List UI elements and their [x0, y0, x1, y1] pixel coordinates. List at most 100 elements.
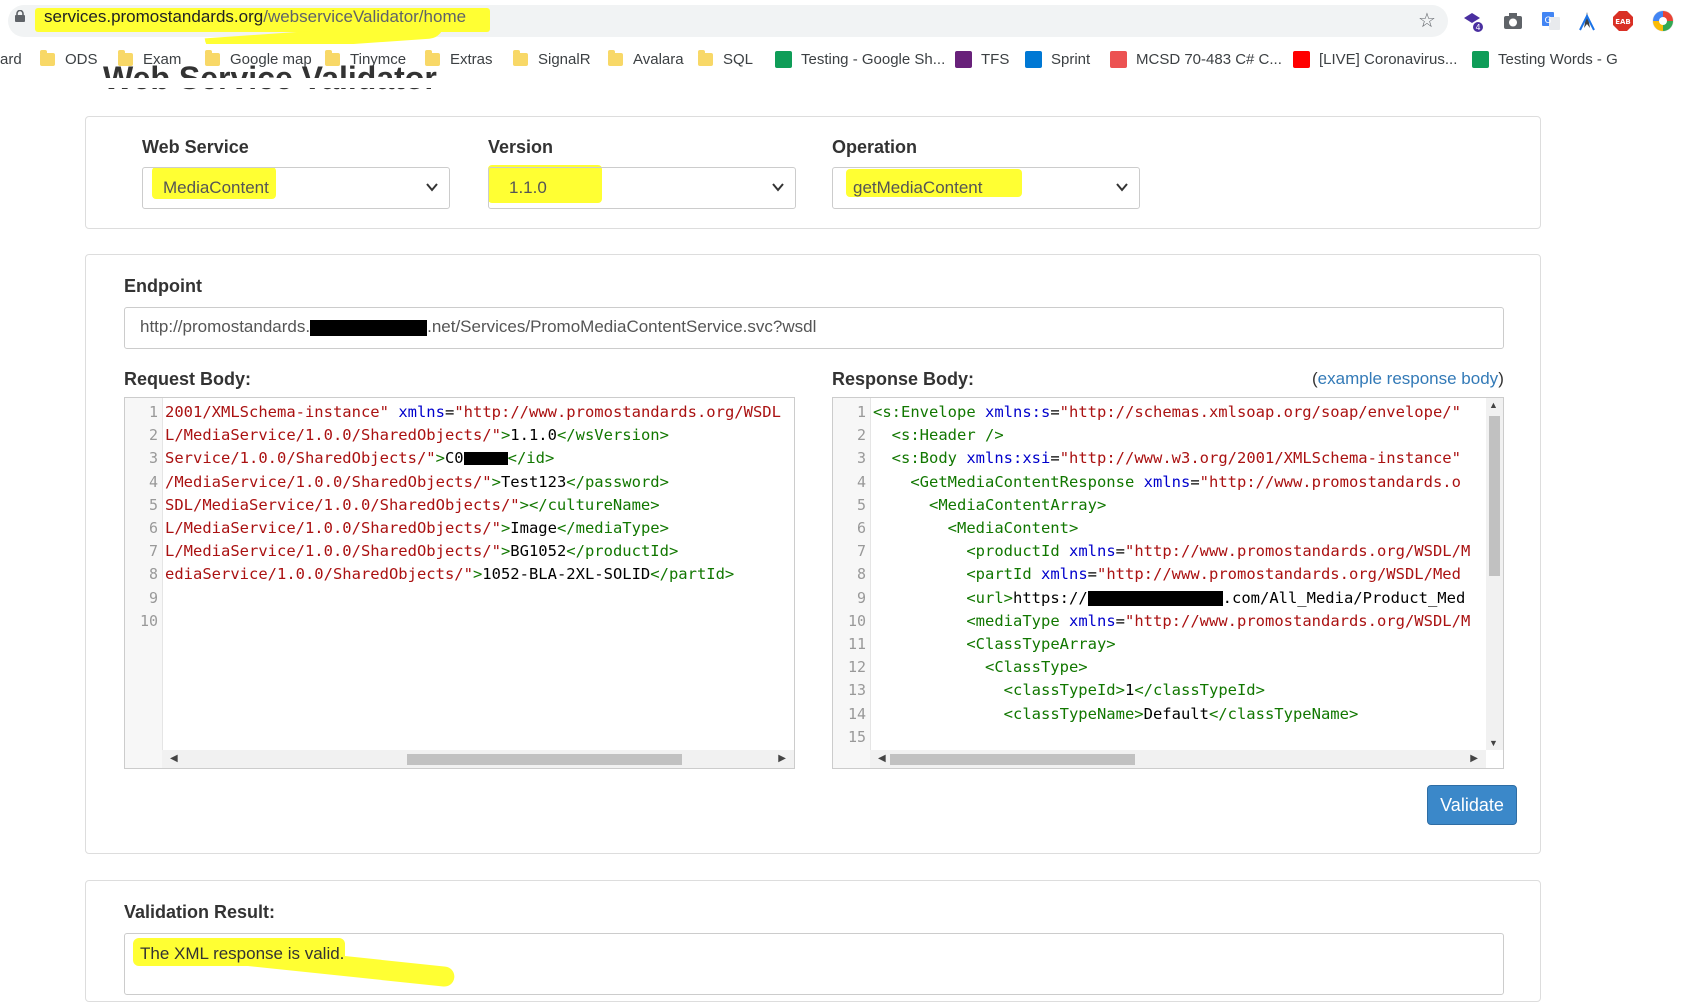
bookmark-1[interactable]: ODS	[40, 50, 98, 68]
scroll-left-icon[interactable]: ◀	[878, 753, 886, 764]
code-token: /MediaService/1.0.0/SharedObjects/"	[165, 472, 492, 491]
request-code-line: 2001/XMLSchema-instance" xmlns="http://w…	[165, 403, 781, 421]
bookmark-11[interactable]: Sprint	[1025, 51, 1090, 68]
code-token: 1	[1124, 681, 1135, 700]
response-line-number: 7	[856, 542, 866, 561]
response-vertical-scrollbar[interactable]: ▲ ▼	[1486, 398, 1503, 750]
url-text[interactable]: services.promostandards.org/webserviceVa…	[44, 7, 466, 27]
code-token: =	[1050, 403, 1060, 421]
vs-icon	[955, 51, 972, 68]
google-translate-icon[interactable]: G	[1540, 10, 1562, 32]
code-token: <partId	[966, 565, 1032, 584]
camera-icon[interactable]	[1502, 10, 1524, 32]
code-token: "http://schemas.xmlsoap.org/soap/envelop…	[1059, 403, 1461, 421]
response-code-line: <ClassType>	[873, 658, 1088, 676]
bookmark-star-icon[interactable]: ☆	[1418, 8, 1436, 33]
compass-icon[interactable]	[1576, 10, 1598, 32]
scroll-right-icon[interactable]: ▶	[778, 753, 786, 764]
request-line-number: 6	[148, 519, 158, 537]
svg-text:EAB: EAB	[1615, 18, 1631, 26]
scroll-down-icon[interactable]: ▼	[1489, 738, 1498, 748]
scroll-left-icon[interactable]: ◀	[170, 753, 178, 764]
response-code-line: <classTypeName>Default</classTypeName>	[873, 704, 1359, 723]
web-service-select[interactable]: MediaContent	[142, 167, 450, 209]
redacted-block	[463, 452, 508, 466]
request-line-number: 7	[148, 542, 158, 561]
version-label: Version	[488, 137, 554, 157]
scroll-right-icon[interactable]: ▶	[1470, 753, 1478, 764]
bookmark-label: TFS	[981, 51, 1010, 68]
request-line-number: 5	[148, 495, 158, 514]
code-token: <classTypeId>	[1003, 681, 1125, 700]
lock-icon[interactable]	[14, 10, 26, 22]
devops-icon	[1025, 51, 1042, 68]
response-body-editor[interactable]: 1 2 3 4 5 6 7 8 9 10 11 12 13 14 15 <s:Envelope xmlns:…	[832, 397, 1504, 769]
extension-stack-icon[interactable]: 4	[1462, 10, 1484, 32]
bookmark-12[interactable]: MCSD 70-483 C# C...	[1110, 51, 1282, 68]
code-token: >	[435, 449, 445, 468]
bookmark-8[interactable]: SQL	[698, 50, 753, 68]
code-token: </id>	[507, 449, 555, 468]
profile-avatar[interactable]	[1652, 10, 1674, 32]
code-token: >	[500, 426, 511, 445]
response-code-line: <classTypeId>1</classTypeId>	[873, 681, 1265, 699]
adblock-icon[interactable]: EAB	[1612, 10, 1634, 32]
code-token: xmlns	[1041, 565, 1088, 584]
scroll-up-icon[interactable]: ▲	[1489, 400, 1498, 410]
request-panel: Endpoint http://promostandards. .net/Serv…	[85, 254, 1541, 854]
code-token: <classTypeName>	[1003, 704, 1144, 723]
response-line-number: 9	[856, 588, 866, 607]
validation-result-box[interactable]: The XML response is valid.	[124, 933, 1504, 995]
request-body-label: Request Body:	[124, 369, 252, 389]
response-vscroll-thumb[interactable]	[1489, 416, 1500, 576]
bookmark-14[interactable]: Testing Words - G	[1472, 51, 1618, 68]
request-code[interactable]: 2001/XMLSchema-instance" xmlns="http://w…	[162, 398, 794, 750]
response-scroll-thumb[interactable]	[890, 754, 1135, 765]
request-scroll-thumb[interactable]	[407, 754, 682, 765]
chevron-down-icon	[1116, 183, 1128, 192]
response-gutter: 1 2 3 4 5 6 7 8 9 10 11 12 13 14 15	[833, 398, 871, 768]
code-token: </mediaType>	[556, 519, 669, 537]
example-response-link[interactable]: example response body	[1318, 369, 1499, 388]
response-code-line: <productId xmlns="http://www.promostanda…	[873, 542, 1470, 560]
udemy-icon	[1110, 51, 1127, 68]
chevron-down-icon	[772, 183, 784, 192]
operation-select[interactable]: getMediaContent	[832, 167, 1140, 209]
bookmark-6[interactable]: SignalR	[513, 50, 591, 68]
response-code[interactable]: <s:Envelope xmlns:s="http://schemas.xmls…	[870, 398, 1486, 750]
bookmark-0[interactable]: ard	[0, 51, 22, 68]
bookmark-13[interactable]: [LIVE] Coronavirus...	[1293, 51, 1457, 68]
bookmark-label: [LIVE] Coronavirus...	[1319, 51, 1458, 68]
code-token: BG1052	[510, 542, 567, 561]
web-service-value: MediaContent	[163, 178, 269, 197]
endpoint-label: Endpoint	[124, 276, 202, 296]
request-horizontal-scrollbar[interactable]: ◀ ▶	[162, 750, 794, 768]
endpoint-input[interactable]: http://promostandards. .net/Services/Prom…	[124, 307, 1504, 349]
bookmark-10[interactable]: TFS	[955, 51, 1009, 68]
response-line-number: 6	[856, 519, 866, 537]
version-value: 1.1.0	[509, 178, 547, 197]
svg-text:G: G	[1545, 16, 1552, 26]
request-gutter: 1 2 3 4 5 6 7 8 9 10	[125, 398, 163, 768]
response-horizontal-scrollbar[interactable]: ◀ ▶	[870, 750, 1486, 768]
request-body-editor[interactable]: 1 2 3 4 5 6 7 8 9 10 2001/XMLSchema-instance" xml…	[124, 397, 795, 769]
request-line-number: 1	[148, 403, 158, 421]
bookmark-9[interactable]: Testing - Google Sh...	[775, 51, 945, 68]
bookmark-7[interactable]: Avalara	[608, 50, 684, 68]
endpoint-value: http://promostandards. .net/Services/Prom…	[140, 317, 817, 336]
code-token: =	[444, 403, 455, 421]
code-token: Image	[510, 519, 557, 537]
response-line-number: 3	[856, 449, 866, 468]
validate-button[interactable]: Validate	[1427, 785, 1517, 825]
bookmark-label: Extras	[450, 51, 493, 68]
version-select[interactable]: 1.1.0	[488, 167, 796, 209]
url-path: /webserviceValidator/home	[263, 7, 467, 26]
code-token: "http://www.promostandards.org/WSDL/M	[1125, 611, 1471, 630]
